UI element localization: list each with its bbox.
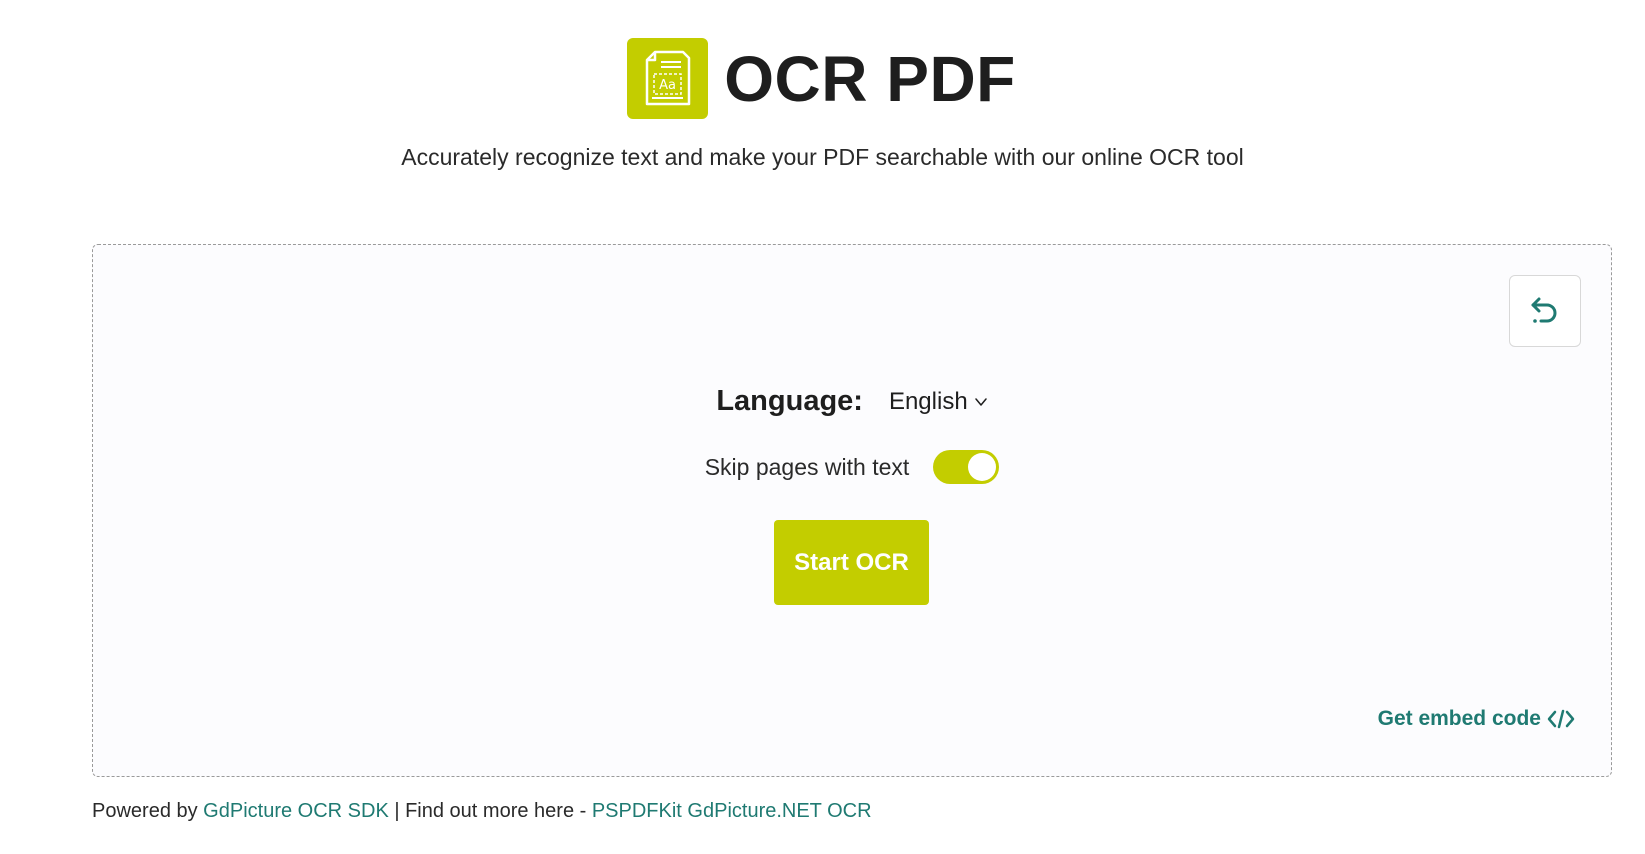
get-embed-code-link[interactable]: Get embed code	[1378, 707, 1575, 731]
code-brackets-icon	[1547, 709, 1575, 729]
footer: Powered by GdPicture OCR SDK | Find out …	[92, 800, 872, 823]
footer-prefix: Powered by	[92, 800, 204, 822]
start-ocr-button[interactable]: Start OCR	[774, 520, 929, 605]
ocr-tool-panel[interactable]: Language: English Skip pages with text S…	[92, 244, 1612, 777]
gdpicture-ocr-sdk-link[interactable]: GdPicture OCR SDK	[203, 800, 389, 822]
page-title: OCR PDF	[724, 42, 1016, 115]
skip-pages-label: Skip pages with text	[704, 453, 910, 480]
language-label: Language:	[716, 385, 863, 417]
language-selected-value: English	[888, 387, 968, 415]
toggle-knob	[968, 453, 997, 481]
document-ocr-icon: Aa	[627, 38, 709, 119]
page-subtitle: Accurately recognize text and make your …	[401, 144, 1244, 170]
skip-pages-row: Skip pages with text	[93, 450, 1611, 484]
svg-text:Aa: Aa	[659, 78, 676, 93]
skip-pages-toggle[interactable]	[933, 450, 1000, 484]
language-select[interactable]: English	[889, 388, 988, 416]
header: Aa OCR PDF	[0, 38, 1645, 119]
header-inner: Aa OCR PDF	[627, 38, 1016, 119]
embed-code-label: Get embed code	[1377, 707, 1541, 730]
logo: Aa	[627, 38, 709, 119]
undo-arrow-icon	[1531, 297, 1557, 323]
footer-middle: | Find out more here -	[388, 800, 592, 822]
language-row: Language: English	[93, 385, 1611, 418]
reset-button[interactable]	[1509, 275, 1581, 347]
page: Aa OCR PDF Accurately recognize text and…	[0, 0, 1645, 854]
chevron-down-icon	[974, 397, 987, 406]
pspdfkit-gdpicture-net-ocr-link[interactable]: PSPDFKit GdPicture.NET OCR	[592, 800, 872, 822]
